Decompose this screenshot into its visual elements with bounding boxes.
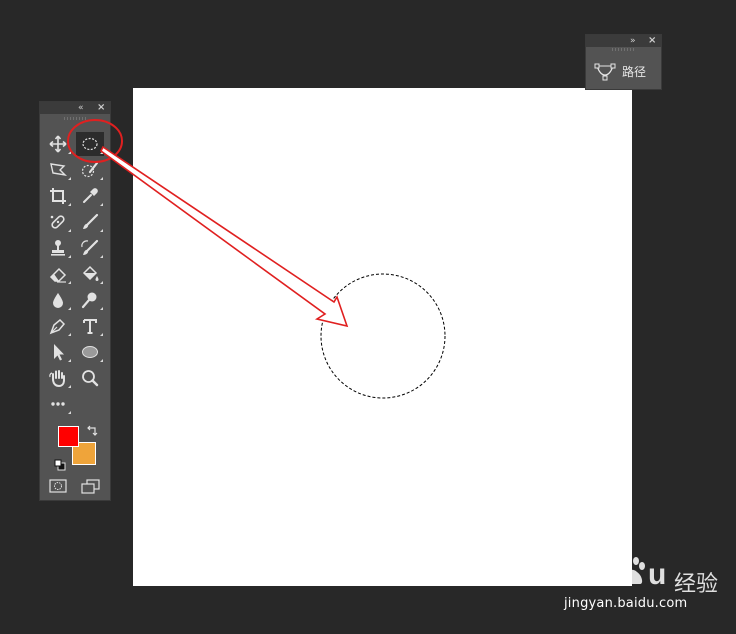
move-icon [49, 135, 67, 153]
swap-colors-button[interactable] [86, 422, 98, 436]
eraser-icon [49, 267, 67, 283]
svg-text:Bai: Bai [564, 558, 611, 591]
type-icon [83, 319, 97, 334]
stamp-icon [51, 240, 65, 256]
more-indicator [68, 281, 71, 284]
hand-tool[interactable] [44, 366, 72, 390]
more-indicator [68, 411, 71, 414]
more-indicator [100, 255, 103, 258]
quick-mask-icon [49, 479, 67, 493]
more-indicator [68, 177, 71, 180]
selection-marquee [320, 273, 446, 399]
drop-icon [53, 293, 63, 308]
baidu-logo: Bai u [564, 557, 666, 591]
more-indicator [68, 229, 71, 232]
history-brush-tool[interactable] [76, 236, 104, 260]
more-indicator [100, 177, 103, 180]
crop-icon [50, 188, 66, 204]
paint-bucket-icon [82, 265, 99, 281]
eraser-tool[interactable] [44, 262, 72, 286]
more-indicator [68, 307, 71, 310]
dodge-tool[interactable] [76, 288, 104, 312]
polygonal-lasso-icon [50, 163, 68, 177]
ellipsis-icon [51, 402, 65, 406]
expand-panel-icon[interactable]: » [630, 35, 636, 47]
panel-grip[interactable] [612, 48, 634, 51]
paths-panel-button[interactable]: 路径 [592, 59, 654, 85]
svg-text:u: u [648, 558, 666, 591]
watermark-url: jingyan.baidu.com [564, 596, 688, 611]
default-colors-button[interactable] [54, 456, 66, 471]
more-indicator [68, 385, 71, 388]
more-indicator [100, 307, 103, 310]
path-selection-tool[interactable] [44, 340, 72, 364]
document-canvas[interactable] [133, 88, 632, 586]
eyedropper-icon [83, 188, 98, 203]
type-tool[interactable] [76, 314, 104, 338]
quick-mask-button[interactable] [48, 478, 68, 494]
more-indicator [68, 255, 71, 258]
elliptical-selection [320, 273, 446, 399]
baidu-watermark: Bai u 经验 jingyan.baidu.com [560, 550, 736, 634]
panel-titlebar[interactable]: » × [586, 35, 661, 47]
panel-titlebar[interactable]: « × [40, 102, 110, 114]
more-indicator [100, 229, 103, 232]
more-indicator [68, 359, 71, 362]
quick-selection-icon [81, 161, 99, 178]
paths-label: 路径 [622, 65, 647, 79]
bandage-icon [50, 215, 65, 229]
dodge-icon [81, 292, 97, 309]
more-indicator [100, 333, 103, 336]
move-tool[interactable] [44, 132, 72, 156]
more-indicator [68, 151, 71, 154]
clone-stamp-tool[interactable] [44, 236, 72, 260]
pen-tool[interactable] [44, 314, 72, 338]
ellipse-shape-icon [82, 346, 98, 358]
foreground-color-swatch[interactable] [58, 426, 79, 447]
more-indicator [68, 203, 71, 206]
swap-arrows-icon [87, 425, 98, 436]
polygonal-lasso-tool[interactable] [44, 158, 72, 182]
crop-tool[interactable] [44, 184, 72, 208]
screen-mode-button[interactable] [80, 478, 102, 494]
brush-tool[interactable] [76, 210, 104, 234]
pen-nib-icon [49, 318, 66, 335]
more-indicator [100, 151, 103, 154]
paths-icon [594, 63, 616, 81]
watermark-brand-suffix: 经验 [674, 572, 719, 597]
arrow-pointer-icon [54, 344, 64, 361]
brush-icon [83, 213, 99, 229]
more-indicator [68, 333, 71, 336]
history-brush-icon [81, 239, 99, 255]
default-colors-icon [54, 459, 66, 471]
paths-panel: » × 路径 [586, 35, 661, 89]
eyedropper-tool[interactable] [76, 184, 104, 208]
screen-mode-icon [81, 479, 100, 494]
magnifier-icon [82, 370, 99, 387]
quick-selection-tool[interactable] [76, 158, 104, 182]
more-indicator [100, 281, 103, 284]
close-icon[interactable]: × [648, 35, 656, 47]
zoom-tool[interactable] [76, 366, 104, 390]
paint-bucket-tool[interactable] [76, 262, 104, 286]
elliptical-marquee-icon [82, 137, 98, 151]
elliptical-marquee-tool[interactable] [76, 132, 104, 156]
hand-icon [49, 370, 65, 388]
more-indicator [100, 359, 103, 362]
spot-healing-brush-tool[interactable] [44, 210, 72, 234]
panel-grip[interactable] [64, 117, 86, 120]
collapse-panel-icon[interactable]: « [78, 102, 84, 114]
more-tools[interactable] [44, 392, 72, 416]
close-icon[interactable]: × [97, 102, 105, 114]
more-indicator [100, 203, 103, 206]
blur-tool[interactable] [44, 288, 72, 312]
ellipse-shape-tool[interactable] [76, 340, 104, 364]
